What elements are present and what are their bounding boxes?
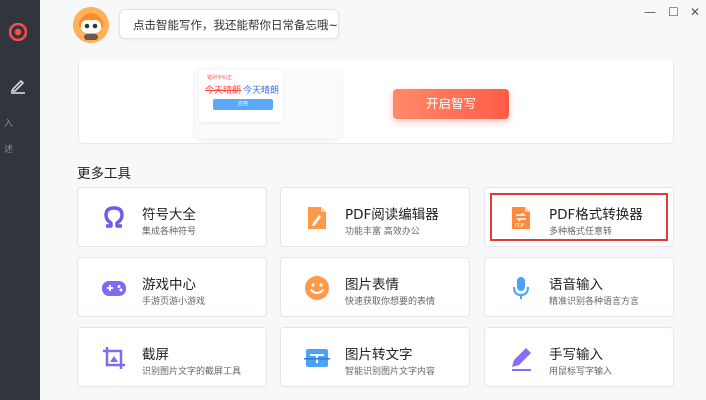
preview-apply-button: 应用 — [213, 99, 273, 110]
pdf-edit-icon — [308, 207, 326, 229]
screenshot-icon — [103, 347, 125, 369]
smiley-icon — [305, 276, 329, 300]
logo-icon[interactable] — [9, 23, 27, 41]
tool-subtitle: 识别图片文字的截屏工具 — [142, 367, 242, 377]
close-button[interactable]: ✕ — [690, 6, 700, 18]
tool-subtitle: 智能识别图片文字内容 — [345, 367, 436, 377]
edit-icon[interactable] — [8, 75, 28, 95]
tool-title: 截屏 — [142, 347, 169, 363]
preview-mockup: 错别字纠正 今天晴朗 今天晴朗 应用 — [195, 68, 341, 138]
tool-title: 符号大全 — [142, 207, 196, 223]
tool-card-games[interactable]: 游戏中心 手游页游小游戏 — [77, 257, 267, 317]
tool-card-image-to-text[interactable]: 图片转文字 智能识别图片文字内容 — [280, 327, 470, 387]
top-bar: 点击智能写作，我还能帮你日常备忘哦~ — ☐ ✕ — [40, 0, 706, 60]
tool-title: PDF阅读编辑器 — [345, 207, 439, 223]
minimize-button[interactable]: — — [644, 6, 656, 18]
tool-title: 游戏中心 — [142, 277, 196, 293]
tool-title: PDF格式转换器 — [549, 207, 643, 223]
tool-title: 图片转文字 — [345, 347, 413, 363]
tool-subtitle: 多种格式任意转 — [549, 227, 613, 237]
tool-card-screenshot[interactable]: 截屏 识别图片文字的截屏工具 — [77, 327, 267, 387]
tool-card-voice-input[interactable]: 语音输入 精准识别各种语言方言 — [484, 257, 674, 317]
smart-writing-banner: 错别字纠正 今天晴朗 今天晴朗 应用 开启智写 — [78, 60, 674, 144]
tool-card-symbols[interactable]: 符号大全 集成各种符号 — [77, 187, 267, 247]
tool-card-pdf-editor[interactable]: PDF阅读编辑器 功能丰富 高效办公 — [280, 187, 470, 247]
preview-card: 错别字纠正 今天晴朗 今天晴朗 应用 — [199, 70, 283, 122]
tool-card-stickers[interactable]: 图片表情 快速获取你想要的表情 — [280, 257, 470, 317]
sidebar-label-2: 述 — [4, 145, 14, 155]
pen-icon — [512, 348, 531, 371]
tool-subtitle: 集成各种符号 — [142, 227, 197, 237]
preview-tag: 错别字纠正 — [207, 75, 233, 81]
preview-old-text: 今天晴朗 — [205, 86, 242, 96]
main-panel: 点击智能写作，我还能帮你日常备忘哦~ — ☐ ✕ 错别字纠正 今天晴朗 今天晴朗… — [40, 0, 706, 400]
tool-title: 手写输入 — [549, 347, 603, 363]
gamepad-icon — [102, 281, 126, 296]
pdf-convert-icon: PDF — [512, 207, 530, 229]
preview-new-text: 今天晴朗 — [243, 86, 280, 96]
start-smart-writing-button[interactable]: 开启智写 — [393, 89, 509, 119]
tool-title: 语音输入 — [549, 277, 603, 293]
maximize-button[interactable]: ☐ — [668, 6, 679, 18]
omega-icon — [104, 206, 124, 228]
avatar[interactable] — [73, 7, 109, 43]
svg-text:PDF: PDF — [515, 223, 525, 229]
microphone-icon — [513, 277, 529, 299]
assistant-speech-bubble[interactable]: 点击智能写作，我还能帮你日常备忘哦~ — [119, 9, 339, 39]
tool-subtitle: 功能丰富 高效办公 — [345, 227, 420, 237]
tool-subtitle: 用鼠标写字输入 — [549, 367, 613, 377]
tool-card-handwriting[interactable]: 手写输入 用鼠标写字输入 — [484, 327, 674, 387]
tool-subtitle: 快速获取你想要的表情 — [345, 297, 436, 307]
section-title: 更多工具 — [77, 166, 131, 182]
tool-subtitle: 手游页游小游戏 — [142, 297, 206, 307]
sidebar: 入 述 — [0, 0, 40, 400]
sidebar-label-1: 入 — [4, 119, 14, 129]
tool-subtitle: 精准识别各种语言方言 — [549, 297, 640, 307]
mascot-icon — [73, 7, 109, 43]
image-to-text-icon — [304, 349, 330, 367]
tool-card-pdf-converter[interactable]: PDF PDF格式转换器 多种格式任意转 — [484, 187, 674, 247]
tool-title: 图片表情 — [345, 277, 399, 293]
